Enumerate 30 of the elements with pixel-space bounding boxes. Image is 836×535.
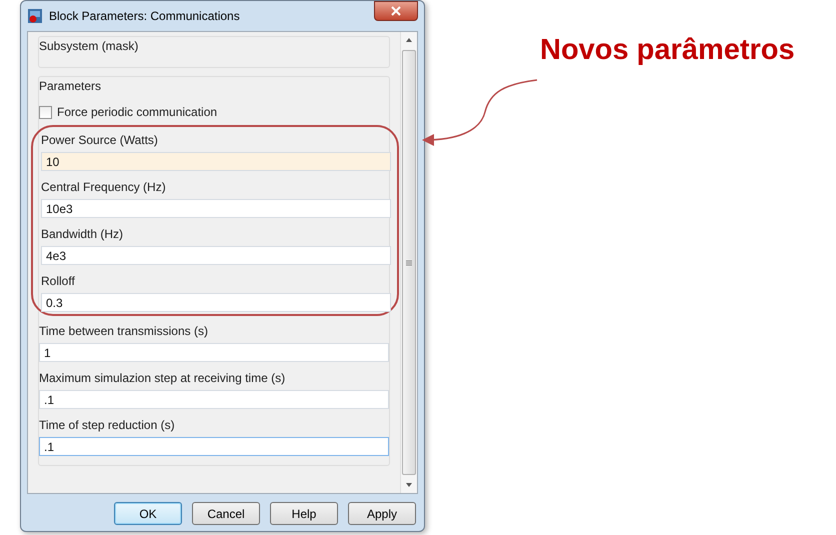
dialog-button[interactable]: Cancel xyxy=(192,502,260,525)
close-button[interactable] xyxy=(374,1,418,21)
input-field[interactable]: 1 xyxy=(39,343,389,362)
scrollbar-thumb[interactable] xyxy=(402,50,416,475)
checkbox[interactable] xyxy=(39,106,52,118)
window-title: Block Parameters: Communications xyxy=(49,9,241,23)
close-icon xyxy=(391,6,401,16)
field-label: Time between transmissions (s) xyxy=(39,324,209,338)
dialog-button[interactable]: Apply xyxy=(348,502,416,525)
field-label: Time of step reduction (s) xyxy=(39,418,176,432)
group-title: Parameters xyxy=(39,78,102,95)
input-field[interactable]: .1 xyxy=(39,437,389,456)
field-label: Maximum simulazion step at receiving time (s) xyxy=(39,371,286,385)
field-label: Central Frequency (Hz) xyxy=(41,180,167,194)
dialog-button[interactable]: OK xyxy=(114,502,182,525)
input-field[interactable]: 4e3 xyxy=(41,246,391,265)
field-label: Bandwidth (Hz) xyxy=(41,227,124,241)
input-field[interactable]: 10e3 xyxy=(41,199,391,218)
group-title: Subsystem (mask) xyxy=(39,38,140,55)
input-field[interactable]: .1 xyxy=(39,390,389,409)
field-label: Rolloff xyxy=(41,274,76,288)
field-label: Power Source (Watts) xyxy=(41,133,159,147)
annotation-text: Novos parâmetros xyxy=(540,34,795,66)
dialog-button[interactable]: Help xyxy=(270,502,338,525)
checkbox-label: Force periodic communication xyxy=(57,105,218,119)
block-icon xyxy=(27,8,43,24)
scrollbar[interactable] xyxy=(400,32,417,493)
input-field[interactable]: 10 xyxy=(41,152,391,171)
input-field[interactable]: 0.3 xyxy=(41,293,391,312)
grip-icon xyxy=(406,260,412,266)
